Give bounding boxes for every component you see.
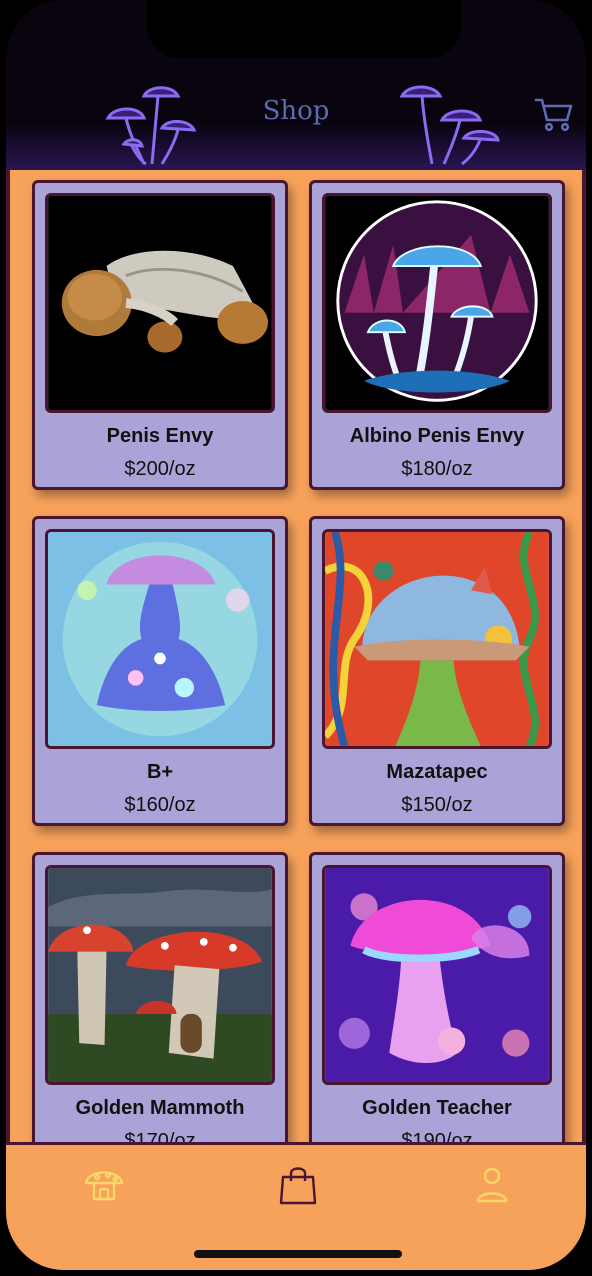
product-price: $150/oz xyxy=(401,794,473,816)
product-name: Penis Envy xyxy=(106,425,214,447)
neon-mushroom-art xyxy=(325,868,549,1082)
cart-icon[interactable] xyxy=(534,94,574,134)
penis-envy-photo xyxy=(48,196,272,410)
notch xyxy=(146,0,462,58)
shopping-bag-icon[interactable] xyxy=(276,1163,320,1207)
product-image[interactable] xyxy=(45,193,275,413)
product-name: Albino Penis Envy xyxy=(349,425,525,447)
product-card[interactable]: Albino Penis Envy $180/oz xyxy=(309,180,565,490)
product-card[interactable]: B+ $160/oz xyxy=(32,516,288,826)
product-image[interactable] xyxy=(322,865,552,1085)
product-card[interactable]: Golden Teacher $190/oz xyxy=(309,852,565,1145)
product-grid: Penis Envy $200/oz Albino Penis Envy $18… xyxy=(6,170,586,1145)
meditating-mushroom-art xyxy=(48,532,272,746)
albino-blue-mushroom-art xyxy=(325,196,549,410)
product-card[interactable]: Golden Mammoth $170/oz xyxy=(32,852,288,1145)
product-image[interactable] xyxy=(322,529,552,749)
product-price: $180/oz xyxy=(401,458,473,480)
phone-screen: Shop Penis Envy $200/oz Albino Penis Env… xyxy=(6,0,586,1270)
product-card[interactable]: Mazatapec $150/oz xyxy=(309,516,565,826)
product-price: $200/oz xyxy=(124,458,196,480)
product-image[interactable] xyxy=(322,193,552,413)
product-price: $160/oz xyxy=(124,794,196,816)
product-image[interactable] xyxy=(45,865,275,1085)
psychedelic-space-mushroom-art xyxy=(325,532,549,746)
product-card[interactable]: Penis Envy $200/oz xyxy=(32,180,288,490)
home-indicator[interactable] xyxy=(194,1250,402,1258)
mushroom-home-icon[interactable] xyxy=(82,1163,126,1207)
mushroom-decoration-icon xyxy=(399,85,500,166)
person-icon[interactable] xyxy=(470,1163,514,1207)
product-name: B+ xyxy=(146,761,174,783)
product-name: Golden Mammoth xyxy=(75,1097,245,1119)
product-name: Golden Teacher xyxy=(362,1097,512,1119)
product-image[interactable] xyxy=(45,529,275,749)
red-amanita-house-art xyxy=(48,868,272,1082)
product-name: Mazatapec xyxy=(386,761,488,783)
